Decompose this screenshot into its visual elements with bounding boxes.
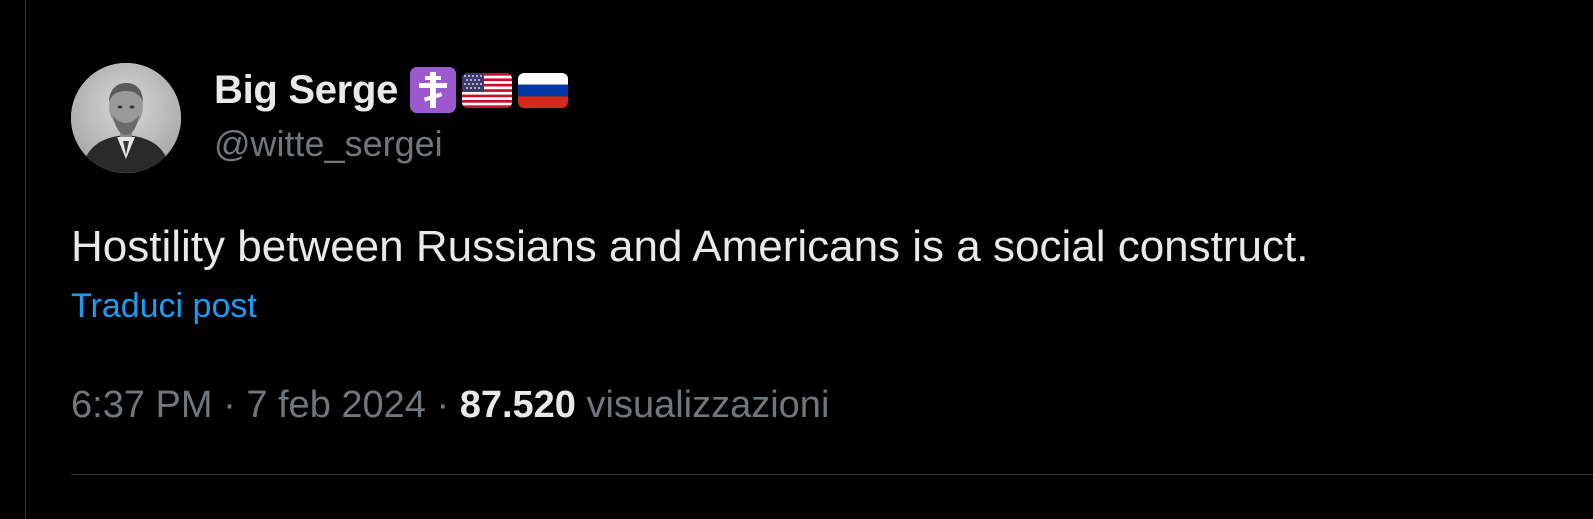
post-time[interactable]: 6:37 PM	[71, 384, 213, 426]
translate-post-link[interactable]: Traduci post	[71, 287, 257, 326]
russia-flag-icon	[518, 72, 569, 108]
meta-separator: ·	[436, 384, 450, 426]
post-date[interactable]: 7 feb 2024	[246, 384, 426, 426]
post-detail: Big Serge @witte_sergei Hostility betwee…	[71, 63, 1593, 427]
author-badges	[410, 67, 569, 113]
author-identity: Big Serge @witte_sergei	[214, 67, 569, 165]
author-name-row: Big Serge	[214, 67, 569, 113]
views-label: visualizzazioni	[586, 384, 830, 426]
avatar-portrait-image	[71, 63, 181, 173]
meta-separator: ·	[223, 384, 236, 426]
post-metadata: 6:37 PM · 7 feb 2024 · 87.520 visualizza…	[71, 384, 1593, 427]
orthodox-cross-icon	[410, 67, 457, 113]
author-handle[interactable]: @witte_sergei	[214, 123, 568, 165]
us-flag-icon	[462, 72, 513, 108]
views-count: 87.520	[459, 384, 576, 426]
post-text: Hostility between Russians and Americans…	[71, 222, 1309, 271]
author-display-name[interactable]: Big Serge	[214, 68, 398, 113]
timeline-left-border	[25, 0, 26, 519]
avatar[interactable]	[71, 63, 181, 173]
post-header: Big Serge @witte_sergei	[71, 63, 1593, 175]
post-divider	[71, 474, 1593, 475]
